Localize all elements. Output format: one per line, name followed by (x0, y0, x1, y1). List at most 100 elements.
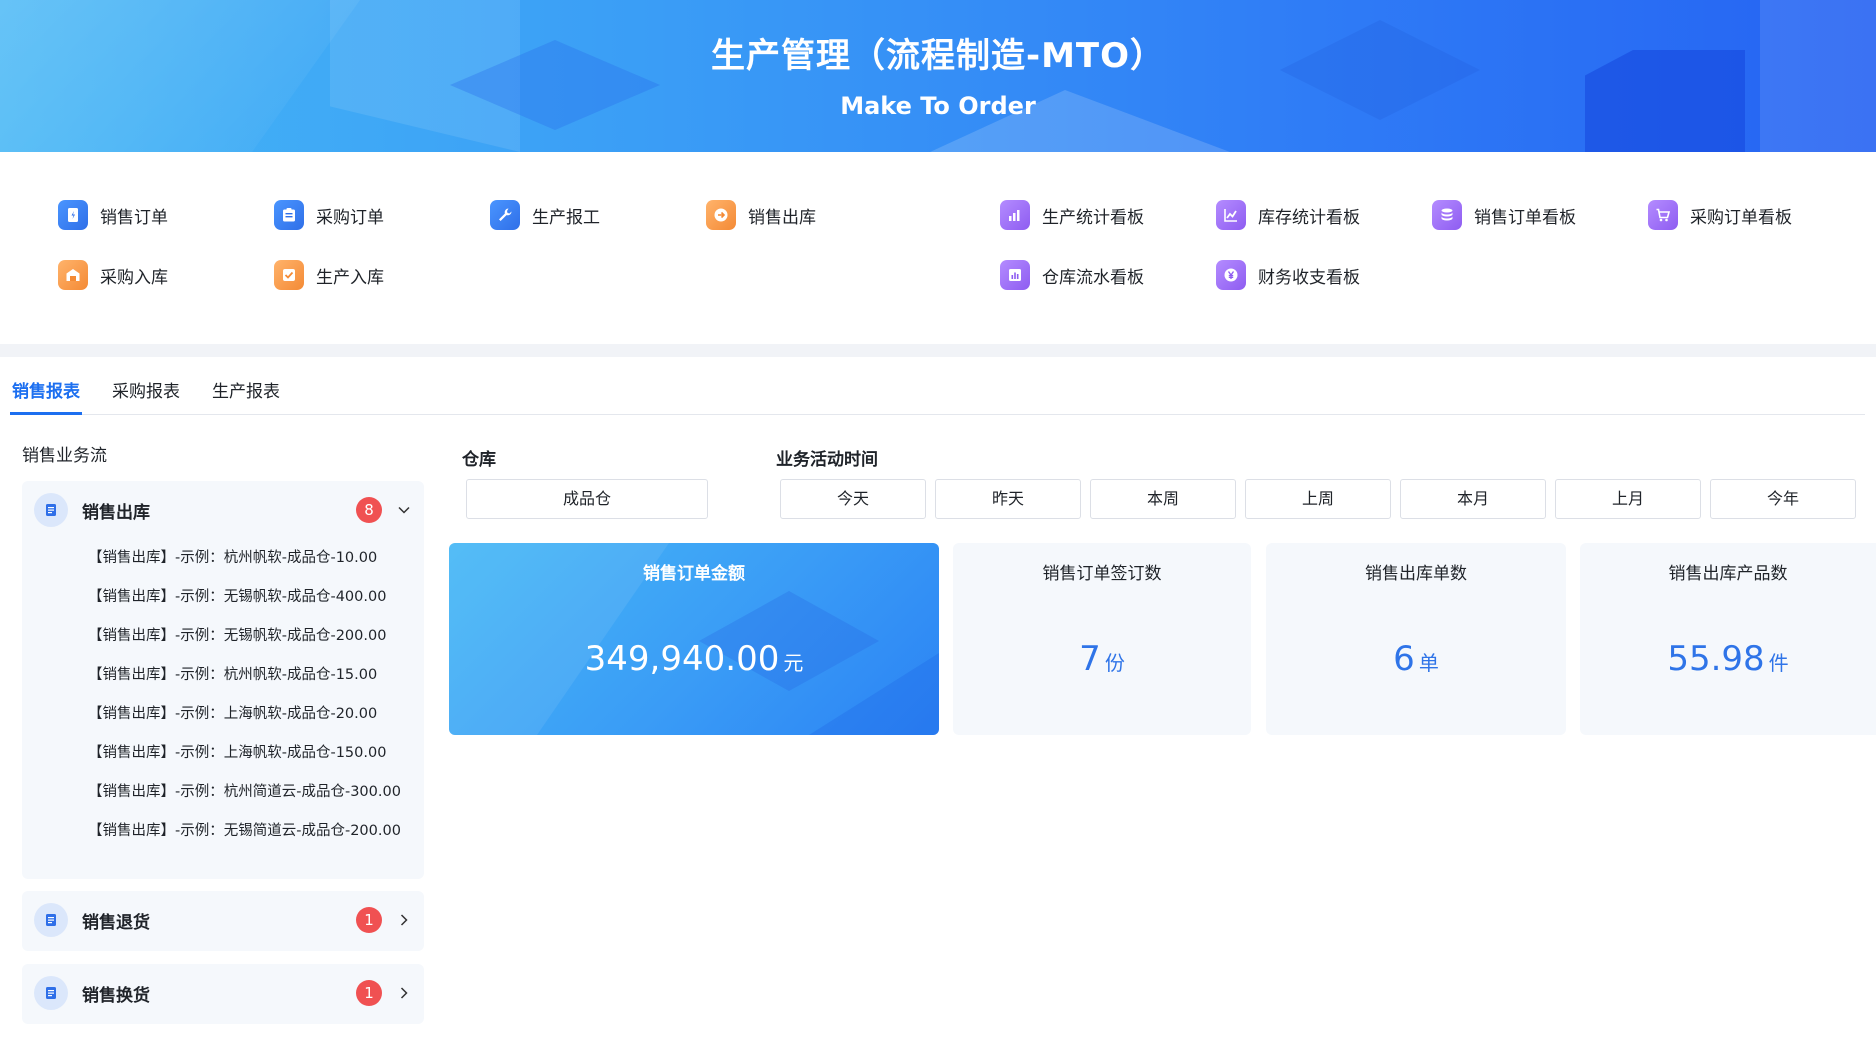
quick-link-sales-order[interactable]: 销售订单 (58, 199, 168, 231)
stat-card-sales-order-amount[interactable]: 销售订单金额 349,940.00 元 (449, 543, 939, 735)
flow-group-header[interactable]: 销售换货 1 (22, 964, 424, 1022)
stat-title: 销售订单签订数 (1042, 564, 1162, 584)
time-option-today[interactable]: 今天 (780, 479, 926, 519)
flow-group-sales-exchange: 销售换货 1 (22, 964, 424, 1024)
stat-unit: 元 (783, 651, 804, 675)
quick-link-label: 销售出库 (748, 207, 816, 228)
bar-chart-icon (1000, 200, 1030, 230)
cart-icon (1648, 200, 1678, 230)
tab-sales-report[interactable]: 销售报表 (10, 369, 82, 415)
count-badge: 1 (356, 980, 382, 1006)
quick-link-purchase-order[interactable]: 采购订单 (274, 199, 384, 231)
quick-link-label: 采购订单 (316, 207, 384, 228)
header-banner: 生产管理（流程制造-MTO） Make To Order (0, 0, 1876, 152)
quick-link-finance-dashboard[interactable]: 财务收支看板 (1216, 259, 1360, 291)
quick-link-production-dashboard[interactable]: 生产统计看板 (1000, 199, 1144, 231)
quick-link-label: 生产统计看板 (1042, 207, 1144, 228)
list-item[interactable]: 【销售出库】-示例：杭州帆软-成品仓-15.00 (88, 656, 424, 695)
document-icon (34, 976, 68, 1010)
quick-link-label: 财务收支看板 (1258, 267, 1360, 288)
count-badge: 1 (356, 907, 382, 933)
quick-link-sales-outbound[interactable]: 销售出库 (706, 199, 816, 231)
time-option-yesterday[interactable]: 昨天 (935, 479, 1081, 519)
stat-unit: 件 (1768, 651, 1789, 675)
stat-number: 349,940.00 (584, 639, 780, 679)
list-item[interactable]: 【销售出库】-示例：杭州帆软-成品仓-10.00 (88, 539, 424, 578)
quick-link-label: 销售订单 (100, 207, 168, 228)
quick-link-label: 采购入库 (100, 267, 168, 288)
stat-number: 6 (1393, 639, 1415, 679)
quick-link-label: 销售订单看板 (1474, 207, 1576, 228)
bar-board-icon (1000, 260, 1030, 290)
quick-link-purchase-order-dashboard[interactable]: 采购订单看板 (1648, 199, 1792, 231)
stat-card-sales-outbound-orders[interactable]: 销售出库单数 6单 (1266, 543, 1566, 735)
purchase-order-icon (274, 200, 304, 230)
stat-title: 销售出库产品数 (1668, 564, 1788, 584)
flow-group-header[interactable]: 销售出库 8 (22, 481, 424, 539)
chevron-right-icon[interactable] (396, 912, 412, 928)
stat-unit: 份 (1104, 651, 1125, 675)
list-item[interactable]: 【销售出库】-示例：无锡帆软-成品仓-400.00 (88, 578, 424, 617)
flow-group-sales-outbound: 销售出库 8 【销售出库】-示例：杭州帆软-成品仓-10.00 【销售出库】-示… (22, 481, 424, 879)
time-option-last-week[interactable]: 上周 (1245, 479, 1391, 519)
quick-link-label: 仓库流水看板 (1042, 267, 1144, 288)
stat-value: 349,940.00 元 (449, 639, 939, 679)
arrow-circle-icon (706, 200, 736, 230)
document-icon (34, 493, 68, 527)
flow-group-header[interactable]: 销售退货 1 (22, 891, 424, 949)
tab-production-report[interactable]: 生产报表 (210, 369, 282, 415)
sales-order-icon (58, 200, 88, 230)
stat-card-sales-orders-signed[interactable]: 销售订单签订数 7份 (953, 543, 1251, 735)
flow-item-list: 【销售出库】-示例：杭州帆软-成品仓-10.00 【销售出库】-示例：无锡帆软-… (22, 539, 424, 851)
list-item[interactable]: 【销售出库】-示例：无锡帆软-成品仓-200.00 (88, 617, 424, 656)
quick-link-production-inbound[interactable]: 生产入库 (274, 259, 384, 291)
warehouse-filter-label: 仓库 (462, 450, 496, 470)
page-subtitle: Make To Order (840, 92, 1036, 120)
warehouse-in-icon (58, 260, 88, 290)
check-box-icon (274, 260, 304, 290)
quick-link-label: 采购订单看板 (1690, 207, 1792, 228)
flow-group-sales-return: 销售退货 1 (22, 891, 424, 951)
quick-link-label: 库存统计看板 (1258, 207, 1360, 228)
yen-icon (1216, 260, 1246, 290)
document-icon (34, 903, 68, 937)
quick-link-label: 生产报工 (532, 207, 600, 228)
report-tabs: 销售报表 采购报表 生产报表 (10, 369, 1865, 415)
quick-link-inventory-dashboard[interactable]: 库存统计看板 (1216, 199, 1360, 231)
time-option-last-month[interactable]: 上月 (1555, 479, 1701, 519)
quick-link-label: 生产入库 (316, 267, 384, 288)
time-option-this-month[interactable]: 本月 (1400, 479, 1546, 519)
list-item[interactable]: 【销售出库】-示例：无锡简道云-成品仓-200.00 (88, 812, 424, 851)
list-item[interactable]: 【销售出库】-示例：杭州简道云-成品仓-300.00 (88, 773, 424, 812)
stat-number: 55.98 (1667, 639, 1765, 679)
stat-value: 7份 (953, 639, 1251, 679)
warehouse-filter-option[interactable]: 成品仓 (466, 479, 708, 519)
stat-card-sales-outbound-products[interactable]: 销售出库产品数 55.98 件 (1580, 543, 1876, 735)
stat-title: 销售订单金额 (643, 564, 745, 584)
page-title: 生产管理（流程制造-MTO） (710, 36, 1166, 76)
line-chart-icon (1216, 200, 1246, 230)
flow-title: 销售业务流 (22, 446, 107, 466)
quick-link-production-report[interactable]: 生产报工 (490, 199, 600, 231)
time-option-this-year[interactable]: 今年 (1710, 479, 1856, 519)
flow-group-name: 销售换货 (82, 985, 150, 1006)
chevron-right-icon[interactable] (396, 985, 412, 1001)
quick-link-warehouse-flow-dashboard[interactable]: 仓库流水看板 (1000, 259, 1144, 291)
list-item[interactable]: 【销售出库】-示例：上海帆软-成品仓-150.00 (88, 734, 424, 773)
time-option-this-week[interactable]: 本周 (1090, 479, 1236, 519)
list-item[interactable]: 【销售出库】-示例：上海帆软-成品仓-20.00 (88, 695, 424, 734)
chevron-down-icon[interactable] (396, 502, 412, 518)
stat-value: 6单 (1266, 639, 1566, 679)
quick-link-purchase-inbound[interactable]: 采购入库 (58, 259, 168, 291)
tab-purchase-report[interactable]: 采购报表 (110, 369, 182, 415)
database-icon (1432, 200, 1462, 230)
stat-unit: 单 (1418, 651, 1439, 675)
flow-group-name: 销售退货 (82, 912, 150, 933)
quick-links-panel: 销售订单 采购订单 生产报工 销售出库 采购入库 生产入库 生产统计看板 库存统… (0, 152, 1876, 344)
flow-group-name: 销售出库 (82, 502, 150, 523)
stat-value: 55.98 件 (1580, 639, 1876, 679)
quick-link-sales-order-dashboard[interactable]: 销售订单看板 (1432, 199, 1576, 231)
stat-number: 7 (1079, 639, 1101, 679)
wrench-icon (490, 200, 520, 230)
time-filter-label: 业务活动时间 (776, 450, 878, 470)
